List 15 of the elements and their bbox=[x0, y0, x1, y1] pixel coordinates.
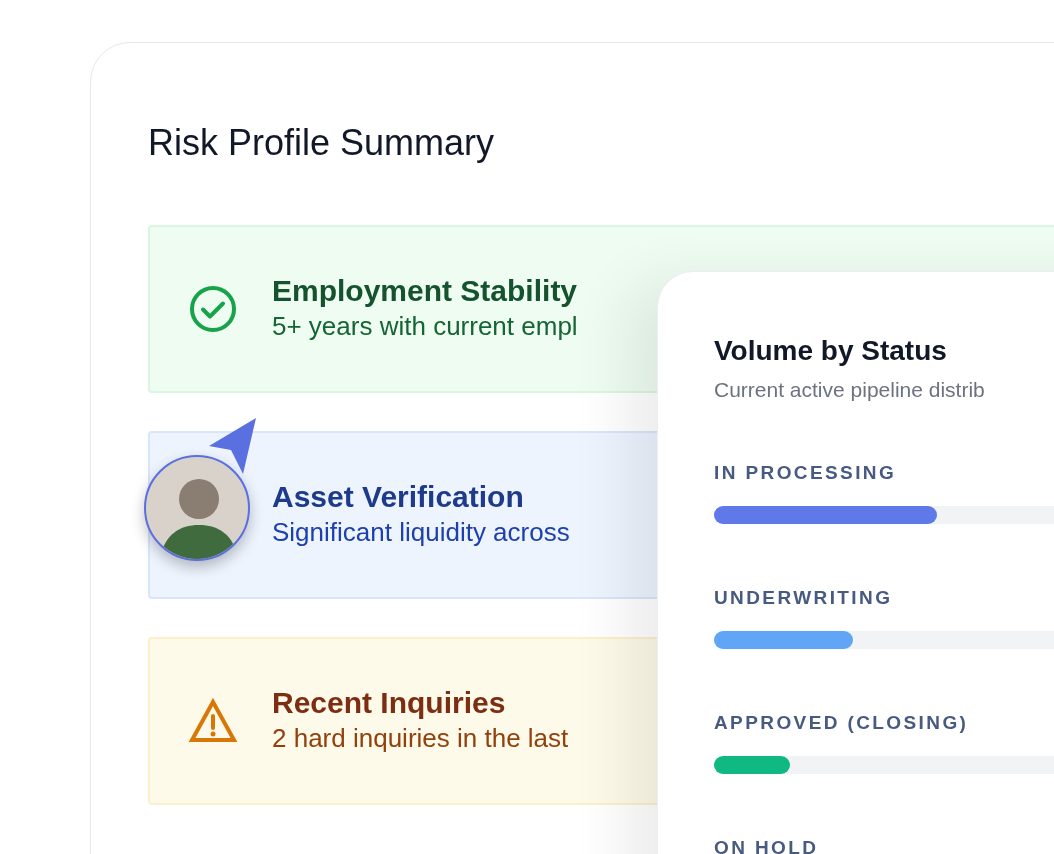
card-title: Risk Profile Summary bbox=[148, 125, 496, 161]
factor-title: Recent Inquiries bbox=[272, 685, 507, 722]
status-label: ON HOLD bbox=[714, 838, 820, 854]
cursor-arrow-icon bbox=[207, 418, 257, 474]
status-label: APPROVED (CLOSING) bbox=[714, 713, 970, 733]
factor-detail: 2 hard inquiries in the last bbox=[272, 722, 569, 756]
check-circle-icon bbox=[188, 284, 238, 334]
factor-title: Employment Stability bbox=[272, 273, 578, 310]
factor-detail: Significant liquidity across bbox=[272, 516, 570, 550]
status-label: UNDERWRITING bbox=[714, 588, 894, 608]
status-card-subtitle: Current active pipeline distrib bbox=[714, 376, 986, 403]
factor-detail: 5+ years with current empl bbox=[272, 310, 578, 344]
factor-title: Asset Verification bbox=[272, 479, 525, 516]
status-card-title: Volume by Status bbox=[714, 334, 948, 368]
status-label: IN PROCESSING bbox=[714, 463, 898, 483]
